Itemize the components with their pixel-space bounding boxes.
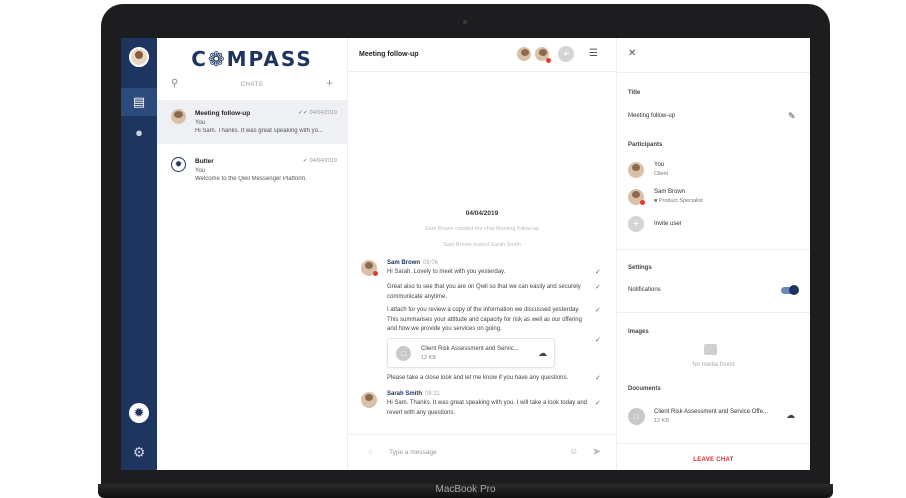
participant-name: Sam Brown [654, 189, 686, 195]
chat-date: ✓✓ 04/04/2019 [298, 110, 337, 116]
chats-label: CHATS [240, 82, 264, 88]
title-value: Meeting follow-up [628, 113, 676, 119]
document-size: 12 KB [654, 418, 669, 424]
file-icon: □ [396, 346, 411, 361]
invite-user-button[interactable]: + [628, 216, 644, 232]
no-media-text: No media found [692, 362, 735, 368]
date-divider: 04/04/2019 [465, 210, 499, 217]
conversation-header: Meeting follow-up + ☰ [348, 38, 616, 72]
conversation-panel: Meeting follow-up + ☰ 04/04/2019 Sam Bro… [348, 38, 617, 470]
chat-sender: You [195, 120, 206, 126]
menu-icon[interactable]: ☰ [589, 48, 598, 59]
laptop-base: MacBook Pro [98, 484, 833, 498]
status-dot [546, 58, 551, 63]
documents-label: Documents [628, 386, 661, 392]
chat-icon[interactable]: ▤ [121, 88, 157, 116]
message-sender: Sarah Smith 08:11 [387, 391, 440, 397]
message-text: Please take a close look and let me know… [387, 375, 569, 381]
invite-user-label[interactable]: Invite user [654, 221, 682, 227]
message-sender: Sam Brown 08:06 [387, 260, 439, 266]
details-panel: ✕ Title Meeting follow-up ✎ Participants… [617, 38, 810, 470]
chat-name: Butler [195, 158, 214, 165]
leave-chat-button[interactable]: LEAVE CHAT [617, 457, 810, 463]
message-text: Hi Sarah. Lovely to meet with you yester… [387, 269, 506, 275]
user-avatar[interactable] [129, 47, 149, 67]
download-icon[interactable]: ☁ [786, 410, 795, 421]
double-check-icon: ✓✓ [298, 110, 308, 116]
system-message: Sam Brown invited Sarah Smith [443, 242, 521, 248]
message-text: Hi Sam. Thanks. It was great speaking wi… [387, 400, 587, 416]
message-composer: ⁘ ☺ ➤ [348, 434, 616, 470]
check-icon: ✓ [595, 400, 601, 407]
device-label: MacBook Pro [435, 484, 496, 495]
divider [617, 72, 810, 73]
divider [617, 249, 810, 250]
contacts-icon[interactable]: ● [121, 118, 157, 146]
edit-icon[interactable]: ✎ [788, 111, 796, 122]
new-chat-icon[interactable]: + [326, 76, 333, 90]
chat-list-item-butler[interactable]: ✹ Butler ✓ 04/04/2019 You Welcome to the … [157, 148, 348, 192]
gear-icon[interactable]: ⚙ [121, 438, 157, 466]
status-dot [640, 200, 645, 205]
participant-avatar[interactable] [516, 46, 532, 62]
chat-sender: You [195, 168, 206, 174]
participant-role: Client [654, 171, 669, 177]
notifications-label: Notifications [628, 287, 661, 293]
app-screen: ▤ ● ✹ ⚙ C❁MPASS ⚲ CHATS + Meeting follow… [121, 38, 810, 470]
divider [617, 443, 810, 444]
message-text: Great also to see that you are on Qwil s… [387, 284, 581, 300]
attachment-size: 12 KB [421, 355, 436, 361]
images-label: Images [628, 329, 649, 335]
file-icon: □ [628, 408, 645, 425]
check-icon: ✓ [595, 375, 601, 382]
compass-logo: C❁MPASS [191, 47, 313, 71]
sarah-smith-avatar [361, 392, 377, 408]
system-message: Sam Brown created the chat Meeting follo… [424, 226, 540, 232]
avatar [171, 109, 186, 124]
send-icon[interactable]: ➤ [592, 445, 601, 458]
settings-label: Settings [628, 265, 652, 271]
participant-avatar [628, 162, 644, 178]
title-label: Title [628, 90, 641, 96]
chat-preview: Welcome to the Qwil Messenger Platform. [195, 176, 307, 182]
attach-icon[interactable]: ⁘ [367, 447, 375, 458]
document-name[interactable]: Client Risk Assessment and Service Offe.… [654, 409, 768, 415]
participants-label: Participants [628, 142, 663, 148]
chat-preview: Hi Sam. Thanks. It was great speaking wi… [195, 128, 323, 134]
participant-role: ■ Product Specialist [654, 198, 703, 204]
attachment-name: Client Risk Assessment and Servic... [421, 346, 519, 352]
chat-name: Meeting follow-up [195, 110, 251, 117]
compass-bot-icon: ✹ [171, 157, 186, 172]
status-dot [373, 271, 378, 276]
nav-rail: ▤ ● ✹ ⚙ [121, 38, 157, 470]
conversation-title: Meeting follow-up [359, 51, 419, 58]
download-icon[interactable]: ☁ [538, 348, 547, 359]
check-icon: ✓ [302, 158, 308, 164]
message-input[interactable] [389, 445, 549, 459]
message-text: I attach for you review a copy of the in… [387, 307, 582, 332]
check-icon: ✓ [595, 269, 601, 276]
check-icon: ✓ [595, 284, 601, 291]
check-icon: ✓ [595, 307, 601, 314]
chat-list-toolbar: ⚲ CHATS + [157, 76, 347, 92]
camera-dot [463, 20, 467, 24]
add-participant-button[interactable]: + [558, 46, 574, 62]
participant-name: You [654, 162, 665, 168]
divider [617, 312, 810, 313]
attachment-card[interactable]: □ Client Risk Assessment and Servic... 1… [387, 338, 555, 368]
chat-list-panel: C❁MPASS ⚲ CHATS + Meeting follow-up ✓✓ 04… [157, 38, 348, 470]
emoji-icon[interactable]: ☺ [569, 446, 578, 456]
chat-list-item-meeting[interactable]: Meeting follow-up ✓✓ 04/04/2019 You Hi Sa… [157, 100, 348, 144]
chat-date: ✓ 04/04/2019 [302, 158, 337, 164]
image-icon [704, 344, 717, 355]
check-icon: ✓ [595, 337, 601, 344]
close-icon[interactable]: ✕ [628, 48, 636, 59]
notifications-toggle[interactable] [781, 285, 799, 295]
compass-icon[interactable]: ✹ [129, 403, 149, 423]
